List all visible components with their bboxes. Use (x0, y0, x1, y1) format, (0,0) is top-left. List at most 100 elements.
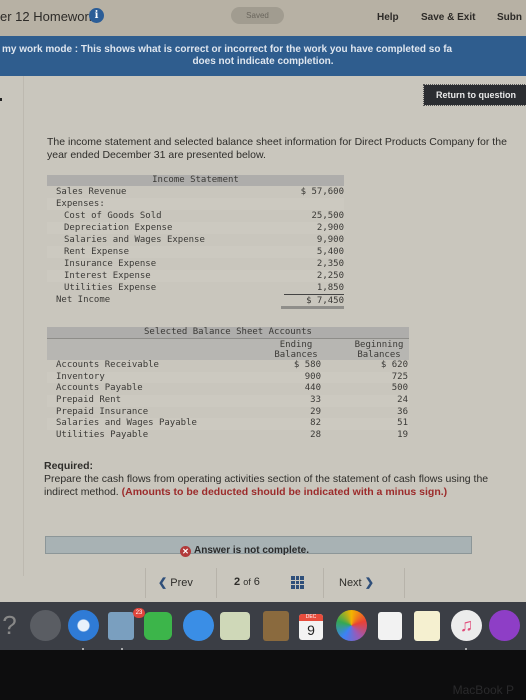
row-value: $ 57,600 (300, 187, 344, 197)
account-label: Salaries and Wages Payable (56, 418, 197, 429)
ending-balance: $ 580 (293, 360, 321, 370)
left-sidebar (0, 76, 24, 576)
sidebar-dash-icon (0, 98, 2, 101)
dock-calendar-icon[interactable]: DEC 9 (299, 614, 323, 640)
ending-balance: 82 (310, 418, 321, 429)
balance-sheet-row: Prepaid Insurance 29 36 (47, 407, 409, 419)
income-statement-title: Income Statement (47, 175, 344, 186)
ending-balance: 29 (310, 406, 321, 417)
row-label: Expenses: (56, 199, 105, 209)
balance-sheet-table: Selected Balance Sheet Accounts Ending B… (47, 327, 409, 442)
account-label: Prepaid Insurance (56, 406, 149, 417)
income-statement-row: Salaries and Wages Expense 9,900 (47, 234, 344, 246)
saved-status-badge: Saved (231, 7, 284, 24)
dock-podcasts-icon[interactable] (489, 610, 520, 641)
income-statement-row: Insurance Expense 2,350 (47, 258, 344, 270)
answer-status: ✕ Answer is not complete. (180, 545, 309, 557)
dock-reminders-icon[interactable] (378, 612, 402, 640)
required-heading: Required: (44, 460, 94, 472)
income-statement-row: Expenses: (47, 198, 344, 210)
dock-photos-icon[interactable] (336, 610, 367, 641)
net-income-label: Net Income (56, 295, 111, 305)
chevron-left-icon: ❮ (158, 577, 168, 589)
bezel-label: MacBook P (452, 683, 514, 697)
dock-launchpad-icon[interactable] (30, 610, 61, 641)
beginning-balance: 51 (397, 418, 408, 429)
row-value: 25,500 (311, 211, 344, 221)
assignment-title: er 12 Homework (0, 9, 96, 24)
beginning-balance: $ 620 (380, 360, 408, 370)
error-icon: ✕ (180, 546, 191, 557)
income-statement-table: Income Statement Sales Revenue $ 57,600 Ex… (47, 175, 344, 310)
row-label: Insurance Expense (64, 259, 157, 269)
net-income-row: Net Income $ 7,450 (47, 294, 344, 306)
row-label: Rent Expense (64, 247, 130, 257)
check-work-banner: my work mode : This shows what is correc… (0, 36, 526, 76)
dock-help-icon[interactable]: ? (0, 610, 25, 641)
return-to-question-button[interactable]: Return to question (423, 84, 526, 106)
balance-sheet-row: Inventory 900 725 (47, 371, 409, 384)
next-button[interactable]: Next ❯ (339, 576, 374, 589)
income-statement-row: Cost of Goods Sold 25,500 (47, 210, 344, 222)
account-label: Accounts Receivable (56, 360, 159, 370)
info-icon[interactable]: i (89, 8, 104, 23)
chevron-right-icon: ❯ (364, 577, 374, 589)
balance-sheet-row: Accounts Payable 440 500 (47, 383, 409, 395)
beginning-balance: 725 (391, 371, 408, 382)
submit-button[interactable]: Subn (497, 12, 522, 23)
row-value: 2,350 (316, 259, 344, 269)
dock-notes-icon[interactable] (414, 611, 440, 641)
row-label: Cost of Goods Sold (64, 211, 162, 221)
balance-sheet-row: Prepaid Rent 33 24 (47, 395, 409, 407)
question-grid-icon[interactable] (291, 576, 304, 589)
income-statement-row: Rent Expense 5,400 (47, 246, 344, 258)
income-statement-row: Utilities Expense 1,850 (47, 282, 344, 295)
income-statement-row: Depreciation Expense 2,900 (47, 222, 344, 234)
row-label: Depreciation Expense (64, 223, 173, 233)
balance-sheet-row: Utilities Payable 28 19 (47, 430, 409, 442)
dock-maps-icon[interactable] (220, 612, 250, 640)
question-intro: The income statement and selected balanc… (47, 136, 507, 161)
page-indicator: 2 of 6 (234, 576, 260, 588)
row-value: 5,400 (316, 247, 344, 257)
ending-balance: 900 (304, 371, 321, 382)
save-exit-button[interactable]: Save & Exit (421, 12, 475, 23)
account-label: Inventory (56, 371, 105, 382)
macos-dock: ? 23 DEC 9 ♫ (0, 602, 526, 650)
row-value: 2,250 (316, 271, 344, 281)
banner-line-2: does not indicate completion. (192, 56, 334, 67)
row-value: 2,900 (316, 223, 344, 233)
question-pager: ❮ Prev 2 of 6 Next ❯ (145, 568, 405, 598)
ending-balance: 28 (310, 430, 321, 441)
ending-balance: 440 (304, 383, 321, 394)
account-label: Utilities Payable (56, 430, 149, 441)
beginning-balances-header: Beginning Balances (354, 340, 404, 360)
dock-preview-icon[interactable] (108, 612, 134, 640)
dock-music-icon[interactable]: ♫ (451, 610, 482, 641)
row-label: Sales Revenue (56, 187, 127, 197)
row-label: Utilities Expense (64, 283, 157, 293)
dock-contacts-icon[interactable] (263, 611, 289, 641)
dock-safari-icon[interactable] (68, 610, 99, 641)
browser-screen: er 12 Homework i Saved Help Save & Exit … (0, 0, 526, 650)
beginning-balance: 19 (397, 430, 408, 441)
row-value: 9,900 (316, 235, 344, 245)
required-section: Required: Prepare the cash flows from op… (44, 460, 524, 499)
help-button[interactable]: Help (377, 12, 399, 23)
beginning-balance: 36 (397, 406, 408, 417)
beginning-balance: 24 (397, 395, 408, 406)
top-bar: er 12 Homework i Saved Help Save & Exit … (0, 0, 526, 36)
income-statement-row: Interest Expense 2,250 (47, 270, 344, 282)
laptop-bezel (0, 650, 526, 700)
balance-sheet-row: Salaries and Wages Payable 82 51 (47, 418, 409, 431)
row-label: Interest Expense (64, 271, 151, 281)
beginning-balance: 500 (391, 383, 408, 394)
ending-balance: 33 (310, 395, 321, 406)
prev-button[interactable]: ❮ Prev (158, 576, 193, 589)
row-label: Salaries and Wages Expense (64, 235, 205, 245)
double-underline (47, 306, 344, 310)
dock-facetime-icon[interactable] (144, 612, 172, 640)
account-label: Prepaid Rent (56, 395, 122, 406)
dock-messages-icon[interactable] (183, 610, 214, 641)
banner-line-1: my work mode : This shows what is correc… (2, 44, 453, 55)
